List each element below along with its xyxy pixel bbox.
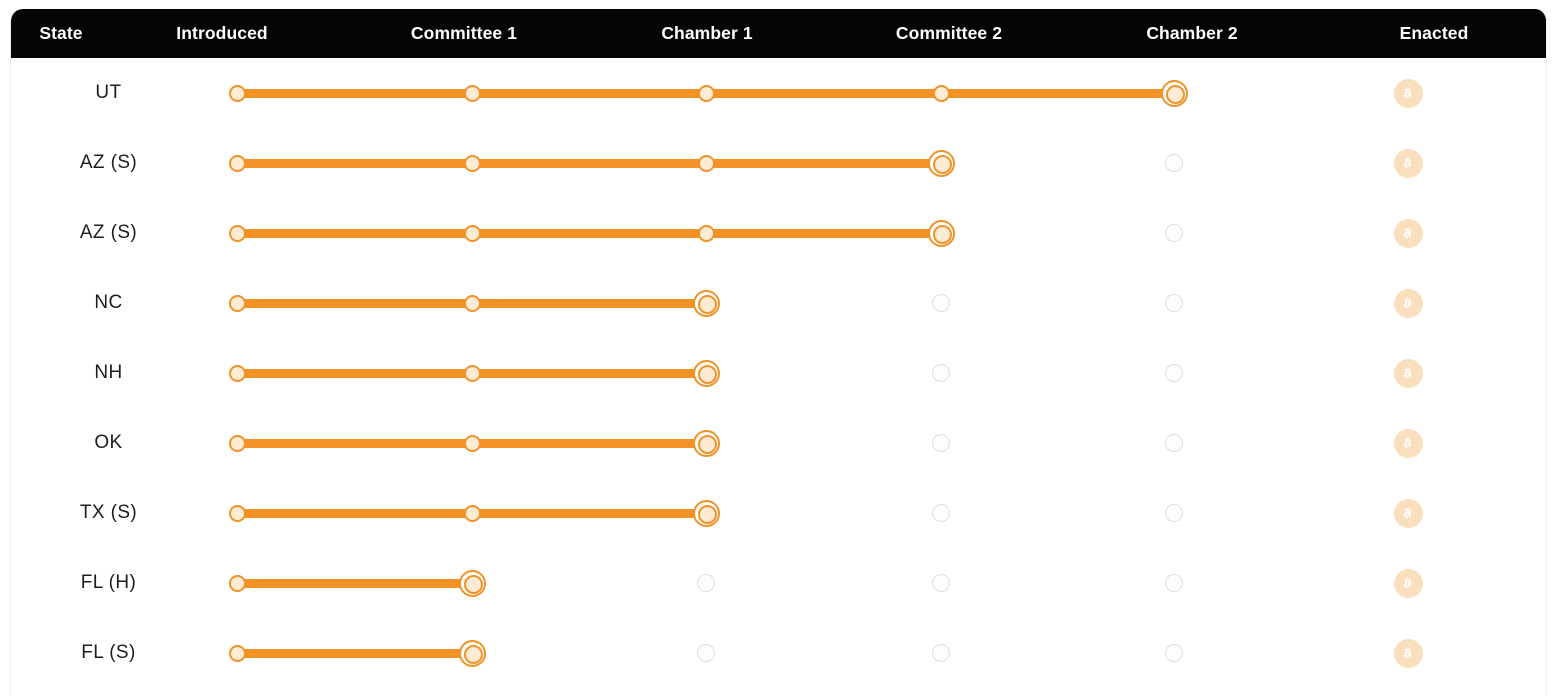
state-label: NH xyxy=(94,362,123,383)
step-node-completed-introduced[interactable] xyxy=(228,294,246,312)
table-row[interactable]: FL (S) xyxy=(11,618,1546,688)
step-node-current-committee1[interactable] xyxy=(458,569,486,597)
step-node-completed-introduced[interactable] xyxy=(228,434,246,452)
step-node-pending-chamber2[interactable] xyxy=(1165,364,1183,382)
step-node-completed-committee1[interactable] xyxy=(463,84,481,102)
step-node-completed-committee1[interactable] xyxy=(463,224,481,242)
table-header-row: State Introduced Committee 1 Chamber 1 Commi… xyxy=(11,9,1546,58)
progress-table-card: State Introduced Committee 1 Chamber 1 Commi… xyxy=(10,9,1547,696)
bitcoin-icon xyxy=(1393,288,1423,318)
bitcoin-icon xyxy=(1393,638,1423,668)
step-node-pending-committee2[interactable] xyxy=(932,574,950,592)
table-row[interactable]: UT xyxy=(11,58,1546,128)
step-node-pending-chamber2[interactable] xyxy=(1165,574,1183,592)
step-node-pending-committee2[interactable] xyxy=(932,644,950,662)
step-node-completed-introduced[interactable] xyxy=(228,224,246,242)
step-node-completed-introduced[interactable] xyxy=(228,574,246,592)
column-header-chamber1[interactable]: Chamber 1 xyxy=(587,9,827,58)
step-node-current-chamber2[interactable] xyxy=(1160,79,1188,107)
column-header-introduced[interactable]: Introduced xyxy=(102,9,342,58)
step-node-current-committee2[interactable] xyxy=(927,149,955,177)
state-label: TX (S) xyxy=(79,502,138,523)
bitcoin-icon xyxy=(1393,498,1423,528)
bitcoin-icon xyxy=(1393,218,1423,248)
state-label: UT xyxy=(95,82,122,103)
step-node-completed-committee2[interactable] xyxy=(932,84,950,102)
step-node-completed-introduced[interactable] xyxy=(228,644,246,662)
step-node-current-committee2[interactable] xyxy=(927,219,955,247)
step-node-completed-introduced[interactable] xyxy=(228,154,246,172)
column-header-enacted[interactable]: Enacted xyxy=(1314,9,1546,58)
step-node-current-chamber1[interactable] xyxy=(692,429,720,457)
step-node-pending-committee2[interactable] xyxy=(932,294,950,312)
step-node-completed-committee1[interactable] xyxy=(463,364,481,382)
step-node-completed-committee1[interactable] xyxy=(463,504,481,522)
table-row[interactable]: TX (S) xyxy=(11,478,1546,548)
step-node-pending-committee2[interactable] xyxy=(932,364,950,382)
step-node-current-committee1[interactable] xyxy=(458,639,486,667)
step-node-pending-chamber2[interactable] xyxy=(1165,434,1183,452)
table-row[interactable]: AZ (S) xyxy=(11,128,1546,198)
bitcoin-icon xyxy=(1393,428,1423,458)
step-node-current-chamber1[interactable] xyxy=(692,499,720,527)
step-node-pending-committee2[interactable] xyxy=(932,504,950,522)
step-node-pending-chamber2[interactable] xyxy=(1165,224,1183,242)
progress-track xyxy=(237,158,941,168)
step-node-completed-chamber1[interactable] xyxy=(697,154,715,172)
bitcoin-icon xyxy=(1393,148,1423,178)
step-node-completed-committee1[interactable] xyxy=(463,294,481,312)
state-label: FL (S) xyxy=(81,642,136,663)
state-label: AZ (S) xyxy=(79,222,138,243)
bitcoin-icon xyxy=(1393,568,1423,598)
step-node-current-chamber1[interactable] xyxy=(692,289,720,317)
column-header-committee1[interactable]: Committee 1 xyxy=(344,9,584,58)
table-row[interactable]: NC xyxy=(11,268,1546,338)
progress-track xyxy=(237,578,472,588)
step-node-pending-chamber1[interactable] xyxy=(697,644,715,662)
step-node-pending-chamber2[interactable] xyxy=(1165,154,1183,172)
step-node-current-chamber1[interactable] xyxy=(692,359,720,387)
table-row[interactable]: FL (H) xyxy=(11,548,1546,618)
step-node-completed-introduced[interactable] xyxy=(228,504,246,522)
bill-progress-tracker: State Introduced Committee 1 Chamber 1 Commi… xyxy=(0,0,1557,696)
progress-track xyxy=(237,648,472,658)
table-row[interactable]: NH xyxy=(11,338,1546,408)
step-node-pending-committee2[interactable] xyxy=(932,434,950,452)
state-label: FL (H) xyxy=(80,572,137,593)
step-node-completed-committee1[interactable] xyxy=(463,154,481,172)
column-header-committee2[interactable]: Committee 2 xyxy=(829,9,1069,58)
step-node-completed-introduced[interactable] xyxy=(228,364,246,382)
bitcoin-icon xyxy=(1393,78,1423,108)
table-body: UT AZ (S) AZ (S) NC NH OK TX (S) FL (H) FL (S) xyxy=(11,58,1546,696)
step-node-pending-chamber1[interactable] xyxy=(697,574,715,592)
state-label: OK xyxy=(94,432,123,453)
step-node-pending-chamber2[interactable] xyxy=(1165,504,1183,522)
step-node-pending-chamber2[interactable] xyxy=(1165,644,1183,662)
step-node-completed-chamber1[interactable] xyxy=(697,224,715,242)
state-label: AZ (S) xyxy=(79,152,138,173)
step-node-completed-committee1[interactable] xyxy=(463,434,481,452)
step-node-completed-chamber1[interactable] xyxy=(697,84,715,102)
state-label: NC xyxy=(94,292,123,313)
step-node-pending-chamber2[interactable] xyxy=(1165,294,1183,312)
table-row[interactable]: OK xyxy=(11,408,1546,478)
bitcoin-icon xyxy=(1393,358,1423,388)
column-header-chamber2[interactable]: Chamber 2 xyxy=(1072,9,1312,58)
step-node-completed-introduced[interactable] xyxy=(228,84,246,102)
table-row[interactable]: AZ (S) xyxy=(11,198,1546,268)
progress-track xyxy=(237,228,941,238)
